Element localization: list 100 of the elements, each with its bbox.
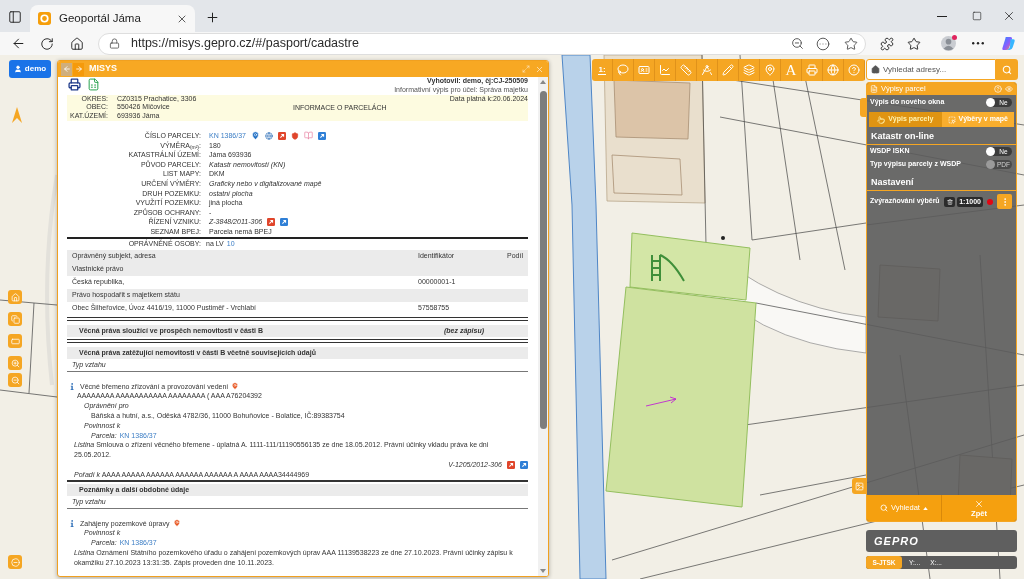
line-chart-icon bbox=[659, 64, 671, 76]
eye-icon[interactable] bbox=[1005, 85, 1013, 93]
reload-icon bbox=[40, 36, 54, 51]
layers-icon bbox=[743, 64, 755, 76]
search-icon bbox=[880, 504, 889, 512]
zoom-out-icon bbox=[10, 375, 20, 385]
globe-icon[interactable] bbox=[265, 131, 273, 140]
map-tool-button[interactable] bbox=[676, 59, 697, 81]
map-tool-button[interactable] bbox=[634, 59, 655, 81]
map-pin-icon[interactable] bbox=[172, 519, 181, 528]
printer-icon bbox=[806, 64, 818, 76]
external-link-icon[interactable] bbox=[318, 131, 326, 140]
help-icon bbox=[848, 64, 860, 76]
north-arrow-icon bbox=[12, 107, 22, 123]
image-button[interactable] bbox=[852, 478, 866, 494]
info-icon bbox=[70, 382, 74, 390]
copy-icon bbox=[10, 314, 20, 324]
external-link-icon[interactable] bbox=[507, 460, 515, 469]
help-icon[interactable] bbox=[994, 85, 1002, 93]
more-options-icon[interactable] bbox=[816, 36, 830, 51]
plus-icon bbox=[204, 9, 220, 25]
globe-icon bbox=[827, 64, 839, 76]
printer-icon[interactable] bbox=[68, 78, 81, 91]
minimize-icon bbox=[936, 15, 947, 17]
lock-icon bbox=[109, 38, 120, 49]
search-icon bbox=[1002, 64, 1012, 75]
external-link-icon[interactable] bbox=[278, 131, 286, 140]
map-tool-button[interactable] bbox=[823, 59, 844, 81]
copy-button[interactable] bbox=[8, 312, 22, 326]
shield-icon[interactable] bbox=[291, 131, 299, 140]
search-button[interactable] bbox=[996, 59, 1018, 80]
document-icon bbox=[870, 85, 878, 93]
map-tool-button[interactable] bbox=[802, 59, 823, 81]
panel-collapse-handle[interactable] bbox=[860, 98, 866, 117]
section-heading: Katastr on-line bbox=[871, 131, 934, 141]
external-link-icon[interactable] bbox=[267, 218, 276, 227]
sidebar-icon bbox=[8, 10, 22, 24]
scrollbar-thumb[interactable] bbox=[539, 91, 547, 429]
address-bar-field[interactable]: https://misys.gepro.cz/#/pasport/cadastre bbox=[98, 32, 866, 55]
close-icon bbox=[1002, 9, 1016, 23]
close-icon bbox=[535, 64, 544, 74]
site-favicon-icon bbox=[38, 12, 51, 25]
spreadsheet-icon[interactable] bbox=[87, 78, 100, 91]
info-icon bbox=[70, 519, 74, 527]
map-tool-button[interactable] bbox=[613, 59, 634, 81]
image-icon bbox=[854, 481, 864, 491]
browser-tab[interactable]: Geoportál Jáma bbox=[30, 5, 195, 32]
gradient-swirl-icon bbox=[1000, 36, 1016, 51]
maximize-icon bbox=[521, 65, 530, 73]
home-icon bbox=[871, 65, 880, 74]
map-tool-button[interactable] bbox=[655, 59, 676, 81]
lasso-icon bbox=[617, 64, 629, 76]
favorites-icon bbox=[907, 36, 921, 51]
avatar-icon bbox=[940, 36, 956, 51]
maximize-icon bbox=[971, 11, 982, 21]
map-tool-button[interactable] bbox=[718, 59, 739, 81]
home-icon bbox=[10, 292, 20, 302]
pin-icon bbox=[764, 64, 776, 76]
user-icon bbox=[13, 65, 22, 73]
extent-button[interactable] bbox=[8, 334, 22, 348]
map-pin-icon[interactable] bbox=[251, 131, 260, 141]
scroll-up-icon[interactable] bbox=[540, 80, 546, 84]
menu-icon bbox=[972, 42, 984, 45]
home-icon bbox=[70, 36, 84, 51]
caret-icon bbox=[922, 506, 928, 510]
rectangle-icon bbox=[10, 336, 20, 346]
open-book-icon[interactable] bbox=[304, 131, 313, 141]
zoom-out-icon[interactable] bbox=[791, 37, 804, 50]
window-title: MISYS bbox=[89, 62, 117, 76]
favorite-star-icon[interactable] bbox=[844, 36, 858, 51]
pencil-icon bbox=[722, 64, 734, 76]
hand-pointer-icon bbox=[877, 115, 886, 124]
ruler-icon bbox=[680, 64, 692, 76]
user-button[interactable]: demo bbox=[9, 60, 51, 78]
address-search-field[interactable]: Vyhledat adresy... bbox=[866, 59, 996, 80]
tab-title: Geoportál Jáma bbox=[59, 10, 142, 26]
map-tool-button[interactable] bbox=[844, 59, 865, 81]
section-heading: Nastavení bbox=[871, 177, 914, 187]
map-option-button[interactable] bbox=[8, 555, 22, 569]
clear-button[interactable] bbox=[944, 196, 956, 207]
url-text: https://misys.gepro.cz/#/pasport/cadastre bbox=[131, 35, 359, 53]
arrow-right-icon bbox=[74, 65, 83, 73]
close-icon bbox=[974, 498, 984, 509]
external-link-icon[interactable] bbox=[280, 218, 289, 227]
scroll-down-icon[interactable] bbox=[540, 569, 546, 573]
arrow-left-icon bbox=[62, 65, 71, 73]
circle-minus-icon bbox=[10, 557, 20, 567]
zoom-out-button[interactable] bbox=[8, 373, 22, 387]
id-card-icon bbox=[638, 64, 650, 76]
map-tool-button[interactable] bbox=[739, 59, 760, 81]
map-tool-button[interactable] bbox=[697, 59, 718, 81]
map-tool-button[interactable] bbox=[760, 59, 781, 81]
selection-icon bbox=[947, 115, 956, 124]
compass-icon bbox=[701, 64, 713, 76]
more-button[interactable] bbox=[997, 194, 1012, 209]
home-view-button[interactable] bbox=[8, 290, 22, 304]
map-pin-icon[interactable] bbox=[231, 382, 240, 391]
zoom-in-button[interactable] bbox=[8, 356, 22, 370]
puzzle-icon bbox=[880, 36, 894, 51]
external-link-icon[interactable] bbox=[520, 460, 528, 469]
